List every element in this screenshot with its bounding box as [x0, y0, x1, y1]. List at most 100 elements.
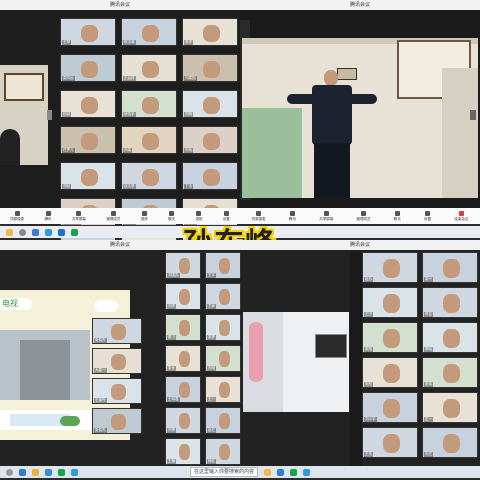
participant-tile[interactable]: 王琴 [60, 18, 116, 46]
participant-tile[interactable]: 刘李 [165, 407, 201, 434]
participant-tile[interactable]: 赵芳 [362, 252, 418, 283]
toolbar-label: 腾讯 [44, 216, 52, 221]
members-icon [360, 210, 366, 216]
window-titlebar-bottom-right: 腾讯会议 [240, 240, 480, 250]
participant-tile[interactable]: 王启祥 [121, 54, 177, 82]
edge-icon-2[interactable] [277, 468, 285, 476]
participant-tile[interactable]: 张学 [182, 18, 238, 46]
participant-tile[interactable]: 王珊 [165, 438, 201, 465]
participant-tile[interactable]: 刘文 [422, 427, 478, 458]
participant-tile[interactable]: 晨飞 [165, 314, 201, 341]
participant-tile[interactable]: 张长 [165, 345, 201, 372]
participant-tile[interactable]: 王者丹 [92, 378, 142, 404]
participant-tile[interactable]: 张梦 [205, 314, 241, 341]
participant-name: 王启祥 [123, 76, 136, 81]
participant-tile[interactable]: 孙茉 [121, 126, 177, 154]
wechat-icon[interactable] [71, 228, 78, 236]
toolbar-chat[interactable]: 聊天 [168, 210, 175, 222]
participant-tile[interactable]: 刘小宇 [362, 392, 418, 423]
toolbar-video[interactable]: 腾讯 [44, 210, 52, 222]
participant-tile[interactable]: 蔺鸿远 [60, 54, 116, 82]
participant-name: 王东 [364, 452, 373, 457]
participant-tile[interactable]: 王明君 [165, 376, 201, 403]
participant-name: 王者丹 [94, 398, 107, 403]
participant-face [219, 382, 230, 398]
participant-tile[interactable]: 刘伟 [182, 126, 238, 154]
participant-face [219, 289, 230, 305]
participant-face [81, 169, 98, 186]
participant-tile[interactable]: 大星一 [92, 348, 142, 374]
participant-tile[interactable]: 赵红 [205, 407, 241, 434]
folder-icon[interactable] [6, 228, 13, 236]
folder-icon-2[interactable] [264, 468, 272, 476]
participant-tile[interactable]: 张芸 [422, 287, 478, 318]
participant-tile[interactable]: 王东 [362, 427, 418, 458]
participant-tile[interactable]: 张俊杰 [92, 318, 142, 344]
meeting-app-icon-2[interactable] [303, 468, 311, 476]
mail-icon[interactable] [58, 228, 65, 236]
wechat-icon-2[interactable] [290, 468, 298, 476]
start-icon[interactable] [19, 228, 26, 236]
toolbar-end-r[interactable]: 结束会议 [454, 210, 468, 222]
toolbar-members-r[interactable]: 管理成员 [356, 210, 370, 222]
participant-name: 赵红 [207, 428, 216, 433]
expand-arrow-icon[interactable] [470, 110, 476, 120]
toolbar-share[interactable]: 共享屏幕 [72, 210, 86, 222]
participant-tile[interactable]: 任梦凡 [60, 126, 116, 154]
participant-tile[interactable]: 赵文丽 [121, 162, 177, 190]
toolbar-mute[interactable]: 同原操麦 [10, 210, 24, 222]
toolbar-share-r[interactable]: 共享屏幕 [319, 210, 333, 222]
toolbar-chat-r[interactable]: 聊天 [393, 210, 401, 222]
slide-title: 电视 [0, 298, 32, 310]
browser-icon[interactable] [32, 228, 39, 236]
toolbar-video-r[interactable]: 腾讯 [289, 210, 296, 222]
participant-name: 陈志娟 [123, 40, 136, 45]
start-icon[interactable] [6, 468, 13, 476]
participant-tile[interactable]: 刘翔 [182, 90, 238, 118]
participant-tile[interactable]: 张丽 [362, 322, 418, 353]
participant-tile[interactable]: 刘东 [362, 357, 418, 388]
participant-tile[interactable]: 刘明 [205, 345, 241, 372]
participant-tile[interactable]: 丁洁 [182, 162, 238, 190]
folder-icon[interactable] [32, 468, 39, 476]
participant-face [179, 444, 190, 460]
participant-tile[interactable]: 王宁 [362, 287, 418, 318]
toolbar-label: 聊天 [393, 216, 401, 221]
participant-tile[interactable]: 王一 [422, 392, 478, 423]
participant-name: 刘建国 [184, 76, 197, 81]
gallery-grid-bottom-mid: 刘国庆 五字刘学 王家 晨飞 张梦 张长 刘明王明君 王一刘李 赵红王珊 程红 [165, 252, 241, 466]
toolbar-settings-r[interactable]: 设置 [424, 210, 431, 222]
edge-icon[interactable] [19, 468, 26, 476]
chat-icon [169, 210, 175, 216]
participant-tile[interactable]: 张伟 [422, 357, 478, 388]
collapse-arrow-icon[interactable] [47, 110, 52, 120]
participant-name: 刘学 [167, 304, 176, 309]
wechat-icon[interactable] [58, 468, 65, 476]
participant-tile[interactable]: 李晓 [422, 322, 478, 353]
participant-tile[interactable]: 刘建国 [182, 54, 238, 82]
participant-tile[interactable]: 王一 [205, 376, 241, 403]
camera-icon [45, 210, 51, 216]
participant-face [179, 413, 190, 429]
search-input[interactable]: 在这里输入你要搜索的内容 [190, 467, 259, 477]
toolbar-members[interactable]: 管理成员 [106, 210, 120, 222]
participant-tile[interactable]: 梁兴 [422, 252, 478, 283]
participant-tile[interactable]: 刘宏 [60, 162, 116, 190]
participant-name: 王一 [207, 397, 216, 402]
toolbar-invite[interactable]: 邀请 [141, 210, 148, 222]
participant-name: 张俊杰 [94, 428, 107, 433]
store-icon[interactable] [45, 468, 52, 476]
meeting-app-icon[interactable] [45, 228, 52, 236]
participant-tile[interactable]: 陈志娟 [121, 18, 177, 46]
participant-tile[interactable]: 张俊杰 [92, 408, 142, 434]
meeting-app-icon[interactable] [71, 468, 78, 476]
participant-tile[interactable]: 程红 [205, 438, 241, 465]
participant-tile[interactable]: 王家 [205, 283, 241, 310]
participant-tile[interactable]: 刘国庆 [165, 252, 201, 279]
participant-name: 刘明 [207, 366, 216, 371]
participant-tile[interactable]: 田羽 [60, 90, 116, 118]
participant-tile[interactable]: 刘学 [165, 283, 201, 310]
participant-face [383, 294, 400, 313]
participant-tile[interactable]: 杨浩宇 [121, 90, 177, 118]
participant-tile[interactable]: 五字 [205, 252, 241, 279]
